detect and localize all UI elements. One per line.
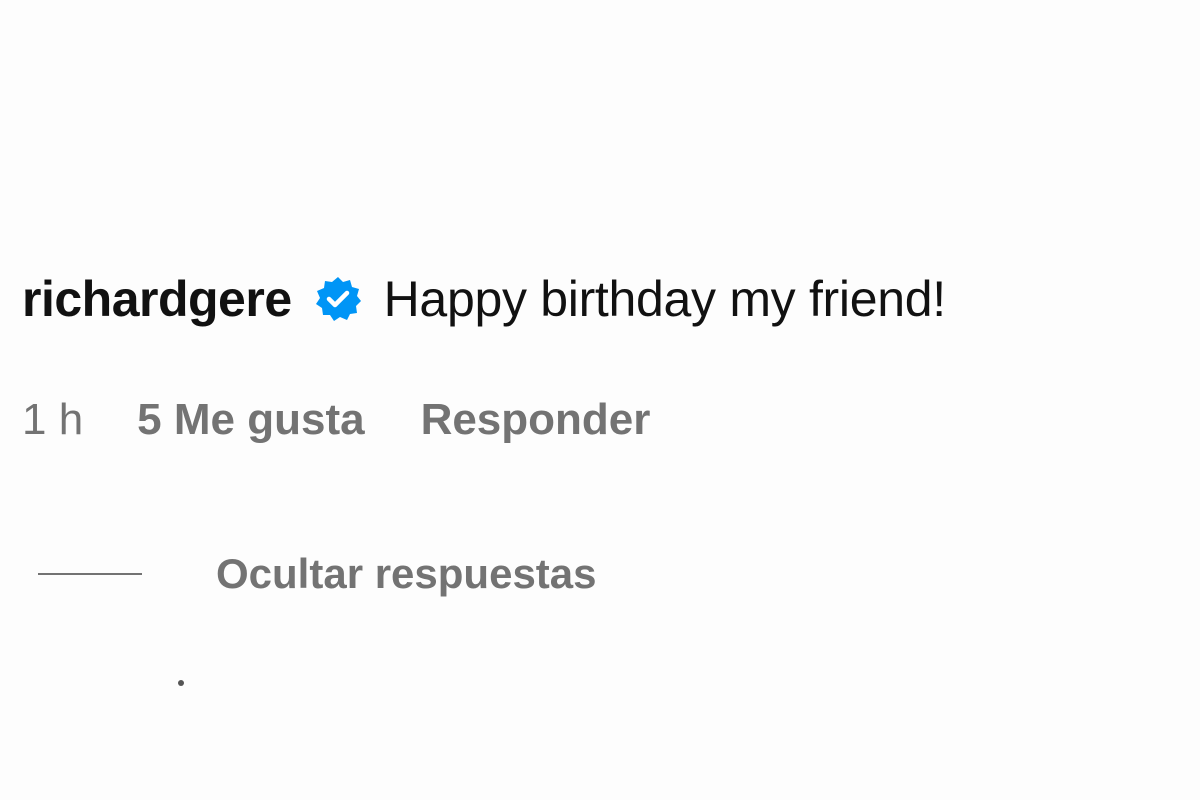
replies-divider-line bbox=[38, 573, 142, 575]
verified-badge-icon bbox=[314, 275, 362, 323]
comment-row: richardgere Happy birthday my friend! bbox=[22, 270, 946, 328]
hide-replies-label: Ocultar respuestas bbox=[216, 550, 597, 597]
loading-dot-icon bbox=[178, 680, 184, 686]
reply-button[interactable]: Responder bbox=[421, 395, 651, 445]
hide-replies-toggle[interactable]: Ocultar respuestas bbox=[38, 550, 597, 598]
likes-count-button[interactable]: 5 Me gusta bbox=[137, 395, 364, 445]
comment-text: Happy birthday my friend! bbox=[383, 271, 947, 327]
comment-meta: 1 h 5 Me gusta Responder bbox=[22, 395, 650, 445]
comment-username[interactable]: richardgere bbox=[22, 270, 292, 328]
comment-timestamp: 1 h bbox=[22, 395, 84, 444]
comment-view: richardgere Happy birthday my friend! 1 … bbox=[0, 0, 1200, 800]
